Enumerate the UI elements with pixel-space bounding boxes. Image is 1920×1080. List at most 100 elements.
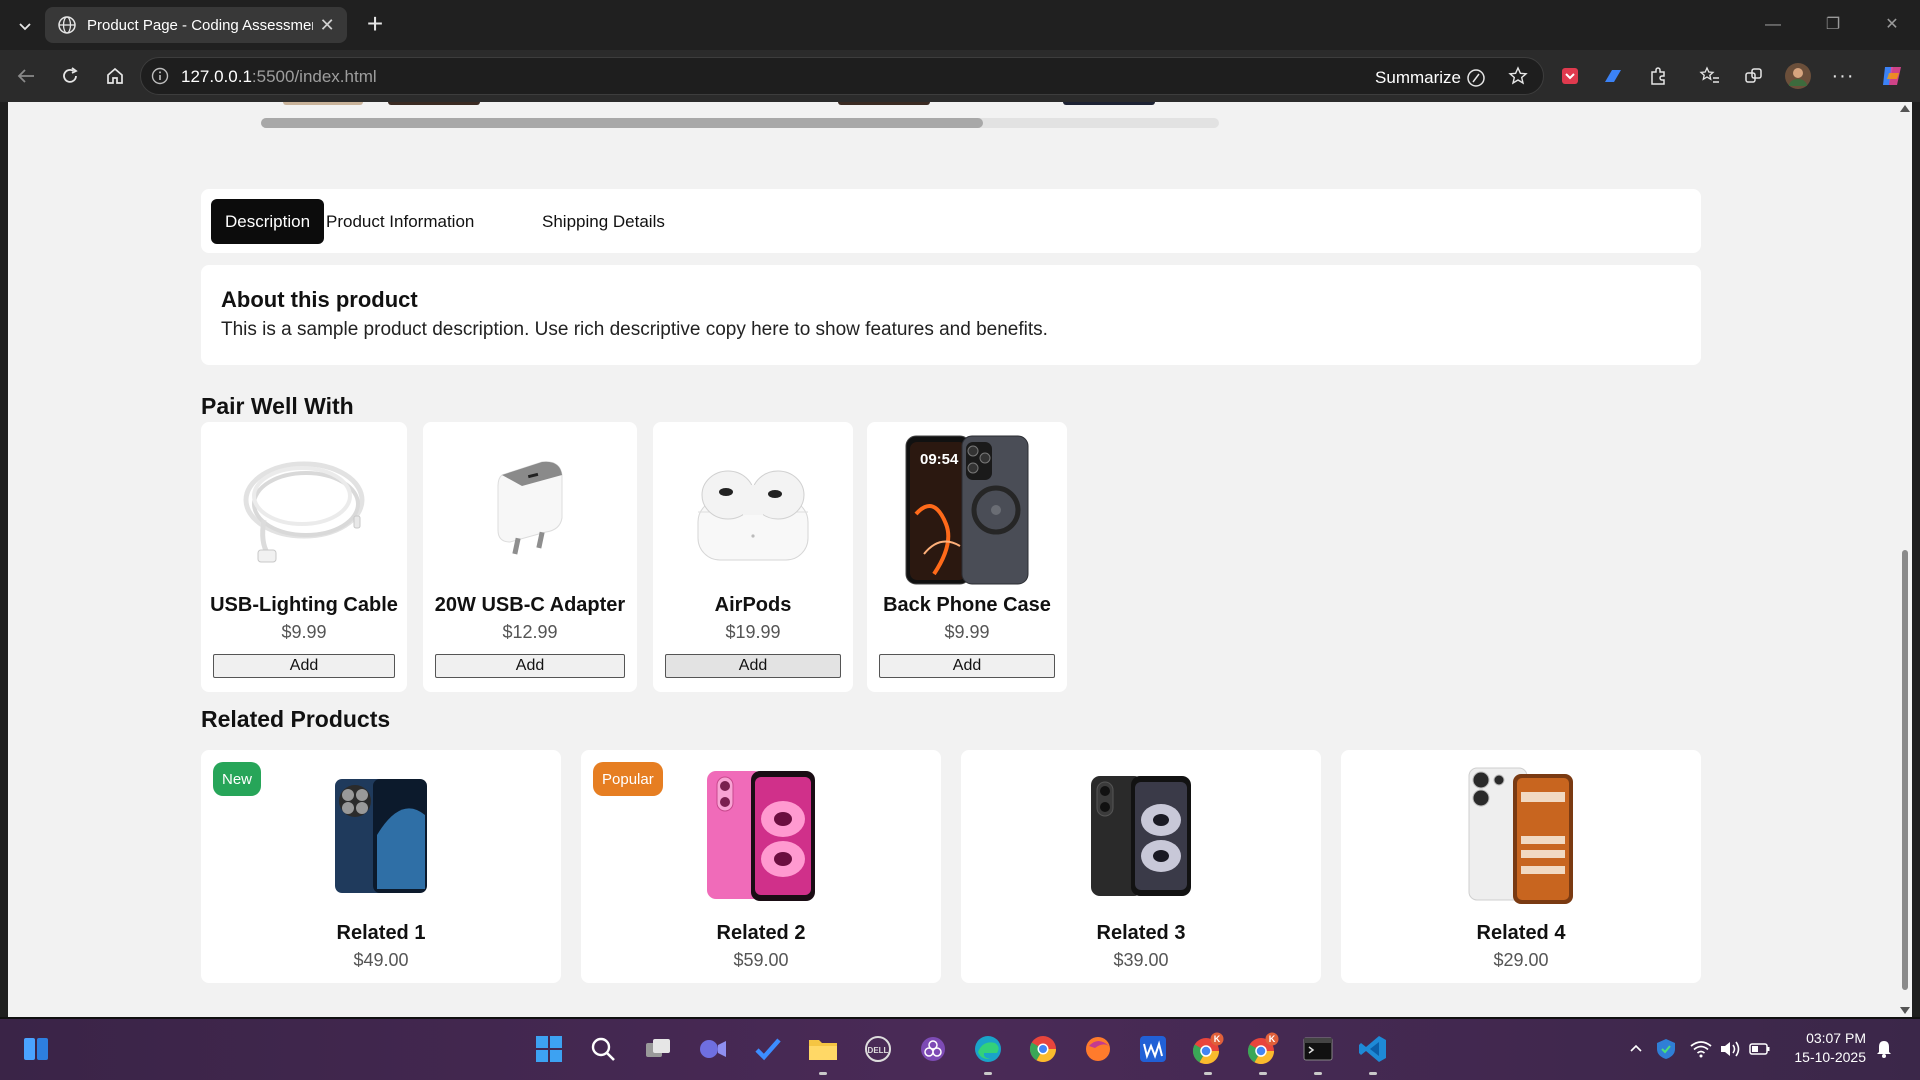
thumbnail-scrollbar-thumb[interactable] xyxy=(261,118,983,128)
scroll-up-arrow-icon[interactable] xyxy=(1900,105,1910,112)
page-vertical-scrollbar[interactable] xyxy=(1898,102,1912,1017)
browser-tab-bar: Product Page - Coding Assessment ✕ + — ❐… xyxy=(0,0,1920,50)
url-text: 127.0.0.1:5500/index.html xyxy=(181,67,377,86)
chrome-profile-badge: K xyxy=(1269,1034,1276,1044)
related-product-card[interactable]: New Related 1 $49.00 xyxy=(201,750,561,983)
pair-item-name: AirPods xyxy=(714,594,792,616)
browser-tab-title: Product Page - Coding Assessment xyxy=(87,16,314,34)
running-indicator xyxy=(1314,1072,1322,1075)
related-product-card[interactable]: Related 3 $39.00 xyxy=(961,750,1321,983)
todo-check-icon[interactable] xyxy=(750,1031,786,1067)
related-product-name: Related 2 xyxy=(716,922,806,944)
chrome-profile-k-icon[interactable]: K xyxy=(1245,1031,1281,1075)
browser-tab[interactable]: Product Page - Coding Assessment ✕ xyxy=(45,7,347,43)
related-product-price: $59.00 xyxy=(733,950,789,970)
page-scrollbar-thumb[interactable] xyxy=(1902,550,1908,990)
browser-toolbar: 127.0.0.1:5500/index.html Summarize ··· xyxy=(0,50,1920,102)
address-bar[interactable]: 127.0.0.1:5500/index.html Summarize xyxy=(140,57,1544,95)
tab-shipping-details[interactable]: Shipping Details xyxy=(528,199,679,244)
system-clock[interactable]: 03:07 PM 15-10-2025 xyxy=(1790,1029,1866,1067)
notification-bell-icon[interactable] xyxy=(1872,1037,1896,1061)
extensions-puzzle-icon[interactable] xyxy=(1642,60,1674,92)
related-product-card[interactable]: Related 4 $29.00 xyxy=(1341,750,1701,983)
thumbnail-horizontal-scrollbar[interactable] xyxy=(261,118,1219,128)
collections-icon[interactable] xyxy=(1738,60,1770,92)
related-product-image xyxy=(1341,767,1701,904)
chrome-icon[interactable] xyxy=(1025,1031,1061,1067)
site-info-icon[interactable] xyxy=(151,67,169,85)
related-product-card[interactable]: Popular Related 2 $59.00 xyxy=(581,750,941,983)
scroll-down-arrow-icon[interactable] xyxy=(1900,1007,1910,1014)
product-tabs: Description Product Information Shipping… xyxy=(201,189,1701,253)
clock-time: 03:07 PM xyxy=(1806,1030,1866,1046)
security-shield-icon[interactable] xyxy=(1654,1037,1678,1061)
profile-avatar[interactable] xyxy=(1782,60,1814,92)
battery-icon[interactable] xyxy=(1748,1037,1772,1061)
pocket-extension-icon[interactable] xyxy=(1554,60,1586,92)
more-options-icon[interactable]: ··· xyxy=(1827,60,1859,92)
pair-item-price: $9.99 xyxy=(944,622,990,642)
search-icon[interactable] xyxy=(585,1031,621,1067)
add-button[interactable]: Add xyxy=(435,654,625,678)
arrow-extension-icon[interactable] xyxy=(1597,60,1629,92)
related-product-price: $29.00 xyxy=(1493,950,1549,970)
task-view-icon[interactable] xyxy=(640,1031,676,1067)
teams-meet-icon[interactable] xyxy=(695,1031,731,1067)
related-product-image xyxy=(961,768,1321,903)
edge-browser-icon[interactable] xyxy=(970,1031,1006,1075)
copilot-icon[interactable] xyxy=(1876,60,1908,92)
close-window-icon[interactable]: ✕ xyxy=(1872,10,1912,40)
chrome-profile-k-icon[interactable]: K xyxy=(1190,1031,1226,1075)
related-product-name: Related 1 xyxy=(336,922,426,944)
start-windows-icon[interactable] xyxy=(531,1031,567,1067)
favorite-star-icon[interactable] xyxy=(1507,65,1529,87)
waves-app-icon[interactable] xyxy=(1135,1031,1171,1067)
running-indicator xyxy=(984,1072,992,1075)
tab-actions-chevron-icon[interactable] xyxy=(12,13,38,39)
pair-item-card: 09:54 Back Phone Case $9.99 Add xyxy=(867,422,1067,692)
home-icon[interactable] xyxy=(99,60,131,92)
pair-item-name: 20W USB-C Adapter xyxy=(434,594,626,616)
back-arrow-icon[interactable] xyxy=(10,60,42,92)
close-tab-icon[interactable]: ✕ xyxy=(319,15,335,36)
restore-icon[interactable]: ❐ xyxy=(1813,10,1853,40)
wifi-icon[interactable] xyxy=(1689,1037,1713,1061)
airpods-image xyxy=(653,432,853,587)
chrome-profile-badge: K xyxy=(1214,1034,1221,1044)
dell-icon[interactable]: DELL xyxy=(860,1031,896,1067)
vscode-icon[interactable] xyxy=(1355,1031,1391,1075)
tab-product-information[interactable]: Product Information xyxy=(312,199,488,244)
clock-date: 15-10-2025 xyxy=(1794,1049,1866,1065)
tab-description[interactable]: Description xyxy=(211,199,325,244)
copilot-summarize-icon xyxy=(1467,69,1485,87)
widgets-icon[interactable] xyxy=(18,1031,54,1067)
thumbnail-edge xyxy=(388,102,480,105)
windows-taskbar: DELL K K 03:07 PM 15-10-2025 xyxy=(0,1017,1920,1080)
phone-case-clock: 09:54 xyxy=(920,451,959,468)
phone-case-image: 09:54 xyxy=(867,432,1067,587)
thumbnail-edge xyxy=(838,102,930,105)
show-hidden-icons-chevron-icon[interactable] xyxy=(1624,1037,1648,1061)
favorites-list-icon[interactable] xyxy=(1694,60,1726,92)
add-button[interactable]: Add xyxy=(879,654,1055,678)
running-indicator xyxy=(1369,1072,1377,1075)
pair-item-price: $12.99 xyxy=(502,622,558,642)
firefox-like-icon[interactable] xyxy=(1080,1031,1116,1067)
terminal-icon[interactable] xyxy=(1300,1031,1336,1075)
running-indicator xyxy=(1204,1072,1212,1075)
summarize-button[interactable]: Summarize xyxy=(1375,67,1487,89)
minimize-icon[interactable]: — xyxy=(1753,10,1793,40)
refresh-icon[interactable] xyxy=(54,60,86,92)
pair-item-name: USB-Lighting Cable xyxy=(210,594,398,616)
add-button[interactable]: Add xyxy=(665,654,841,678)
add-button[interactable]: Add xyxy=(213,654,395,678)
related-product-name: Related 4 xyxy=(1476,922,1566,944)
app-triad-icon[interactable] xyxy=(915,1031,951,1067)
new-tab-plus-icon[interactable]: + xyxy=(358,10,392,40)
related-product-image xyxy=(581,768,941,903)
file-explorer-icon[interactable] xyxy=(805,1031,841,1075)
related-section-title: Related Products xyxy=(201,706,391,732)
volume-icon[interactable] xyxy=(1718,1037,1742,1061)
description-text: This is a sample product description. Us… xyxy=(221,319,1048,340)
related-product-price: $49.00 xyxy=(353,950,409,970)
